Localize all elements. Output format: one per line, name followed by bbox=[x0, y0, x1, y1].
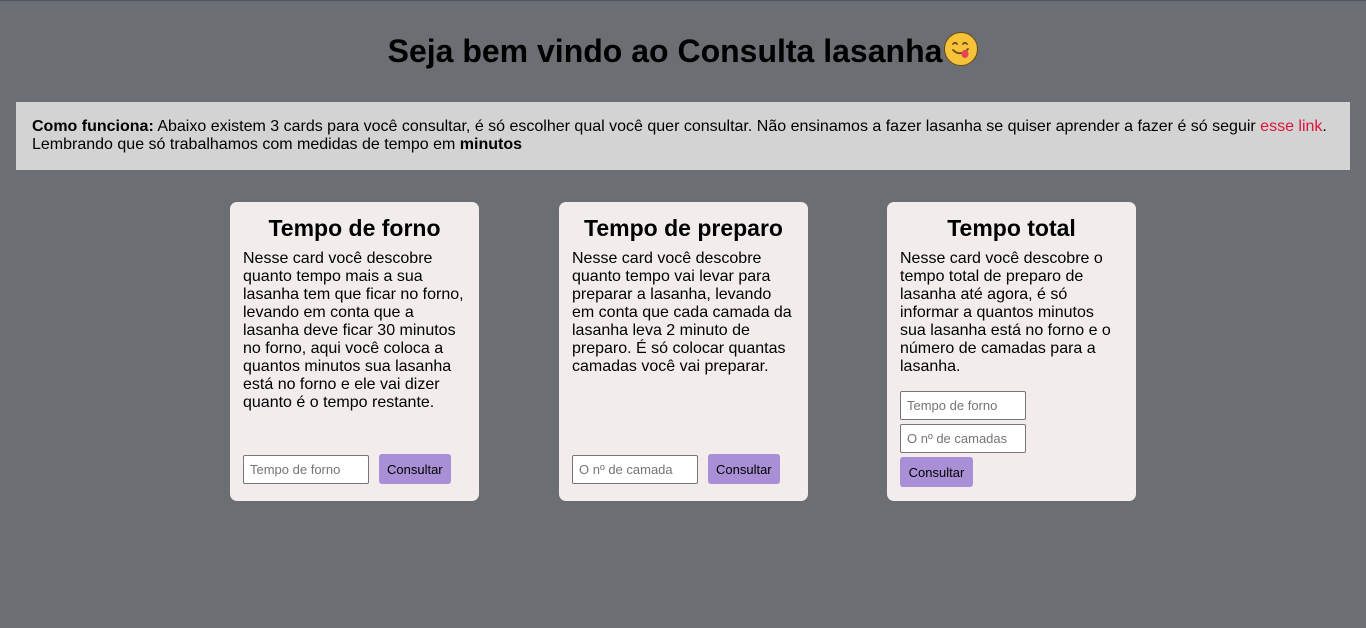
card-controls: Consultar bbox=[572, 454, 780, 484]
card-description: Nesse card você descobre o tempo total d… bbox=[900, 250, 1111, 375]
numero-de-camadas-input[interactable] bbox=[900, 424, 1026, 453]
card-description: Nesse card você descobre quanto tempo ma… bbox=[243, 250, 464, 411]
info-line-1: Como funciona: Abaixo existem 3 cards pa… bbox=[32, 118, 1334, 136]
info-text-end: . bbox=[1322, 118, 1327, 135]
info-line-2: Lembrando que só trabalhamos com medidas… bbox=[32, 136, 1334, 154]
numero-de-camadas-input[interactable] bbox=[572, 454, 698, 484]
card-controls: Consultar bbox=[900, 391, 1026, 487]
tutorial-link[interactable]: esse link bbox=[1260, 118, 1322, 135]
card-title: Tempo de forno bbox=[268, 215, 441, 241]
card-description: Nesse card você descobre quanto tempo va… bbox=[572, 250, 792, 375]
tempo-de-forno-input[interactable] bbox=[900, 391, 1026, 420]
info-line-2-text: Lembrando que só trabalhamos com medidas… bbox=[32, 136, 460, 153]
card-title: Tempo total bbox=[947, 215, 1076, 241]
page-title-text: Seja bem vindo ao Consulta lasanha bbox=[387, 33, 943, 69]
consultar-button[interactable]: Consultar bbox=[708, 454, 780, 484]
consultar-button[interactable]: Consultar bbox=[379, 454, 451, 484]
info-label: Como funciona: bbox=[32, 118, 154, 135]
card-title: Tempo de preparo bbox=[584, 215, 783, 241]
tempo-de-forno-input[interactable] bbox=[243, 454, 369, 484]
card-tempo-de-preparo: Tempo de preparo Nesse card você descobr… bbox=[559, 202, 808, 501]
card-controls: Consultar bbox=[243, 454, 451, 484]
info-line-2-bold: minutos bbox=[459, 136, 523, 153]
page-title: Seja bem vindo ao Consulta lasanha bbox=[0, 31, 1366, 71]
consultar-button[interactable]: Consultar bbox=[900, 457, 973, 487]
info-box: Como funciona: Abaixo existem 3 cards pa… bbox=[16, 102, 1350, 170]
card-tempo-de-forno: Tempo de forno Nesse card você descobre … bbox=[230, 202, 479, 501]
face-savoring-food-icon bbox=[944, 32, 979, 66]
card-tempo-total: Tempo total Nesse card você descobre o t… bbox=[887, 202, 1136, 501]
info-text: Abaixo existem 3 cards para você consult… bbox=[153, 118, 1261, 135]
